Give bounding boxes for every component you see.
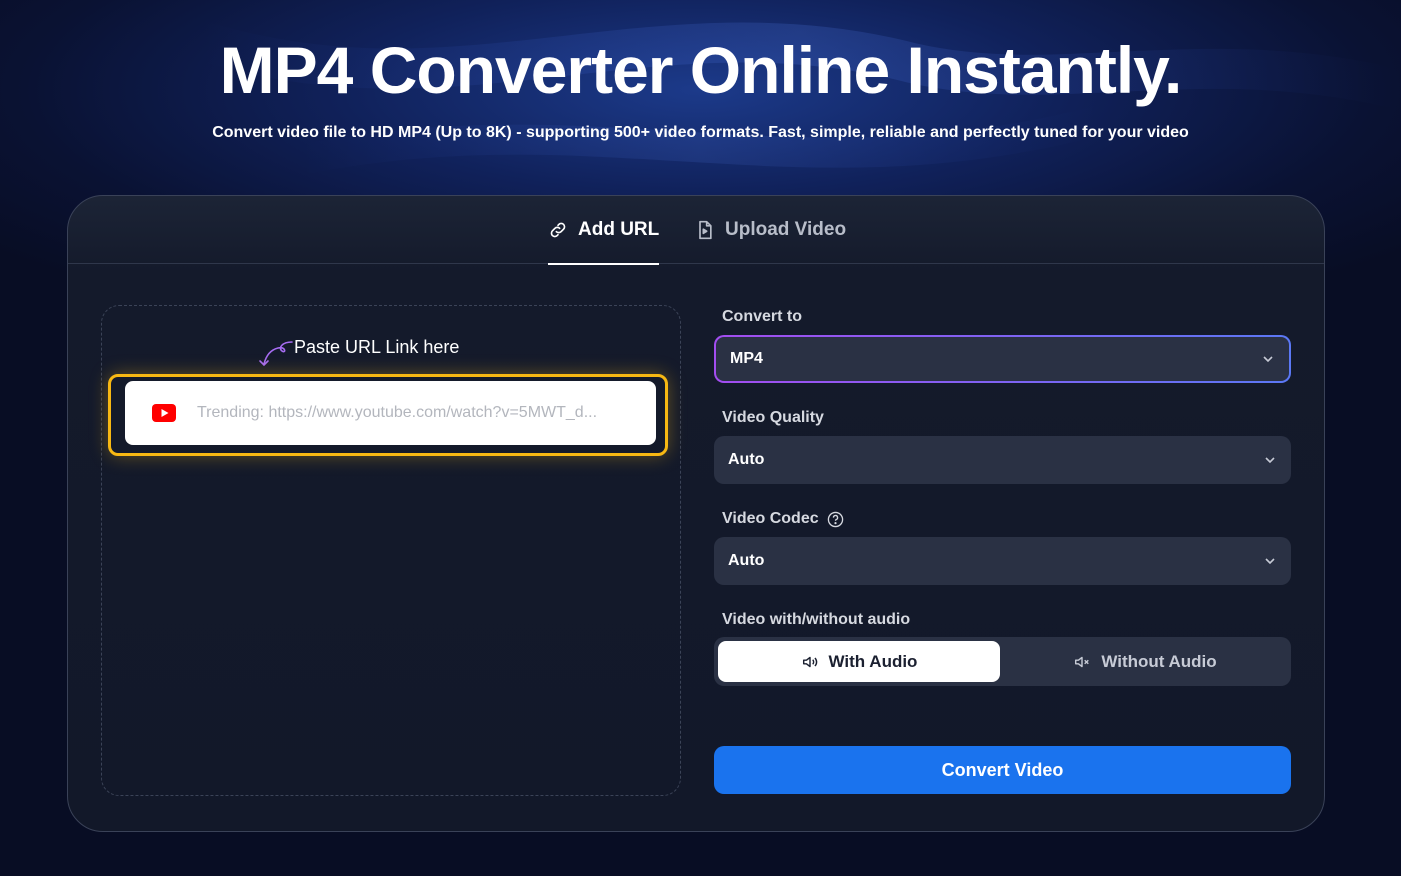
audio-toggle: With Audio Without Audio bbox=[714, 637, 1291, 686]
video-quality-value: Auto bbox=[728, 451, 765, 468]
paste-url-hint: Paste URL Link here bbox=[294, 337, 460, 357]
convert-to-label: Convert to bbox=[722, 308, 802, 325]
video-quality-label: Video Quality bbox=[722, 409, 824, 426]
convert-video-button[interactable]: Convert Video bbox=[714, 746, 1291, 794]
speaker-icon bbox=[802, 656, 817, 667]
video-quality-select[interactable]: Auto bbox=[714, 436, 1291, 484]
question-circle-icon[interactable] bbox=[827, 511, 844, 528]
video-codec-label: Video Codec bbox=[722, 510, 844, 528]
file-video-icon bbox=[699, 220, 712, 240]
without-audio-button[interactable]: Without Audio bbox=[1004, 641, 1286, 682]
video-codec-label-text: Video Codec bbox=[722, 510, 819, 527]
url-input-container bbox=[125, 381, 656, 445]
tab-upload-video-label: Upload Video bbox=[725, 219, 847, 240]
audio-label: Video with/without audio bbox=[722, 611, 911, 628]
link-icon bbox=[550, 222, 566, 238]
with-audio-button[interactable]: With Audio bbox=[718, 641, 1000, 682]
tab-add-url[interactable]: Add URL bbox=[548, 196, 660, 265]
chevron-down-icon bbox=[1265, 558, 1275, 565]
convert-to-select[interactable]: MP4 bbox=[714, 335, 1291, 383]
video-codec-select[interactable]: Auto bbox=[714, 537, 1291, 585]
video-codec-value: Auto bbox=[728, 552, 765, 569]
tab-add-url-label: Add URL bbox=[578, 219, 660, 240]
speaker-mute-icon bbox=[1075, 656, 1090, 667]
curved-arrow-icon bbox=[259, 341, 293, 367]
tab-upload-video[interactable]: Upload Video bbox=[695, 196, 846, 264]
page-title: MP4 Converter Online Instantly. bbox=[219, 33, 1183, 107]
convert-to-value: MP4 bbox=[730, 350, 763, 367]
chevron-down-icon bbox=[1265, 457, 1275, 464]
with-audio-label: With Audio bbox=[828, 651, 918, 671]
tab-bar: Add URL Upload Video bbox=[68, 196, 1324, 265]
url-input[interactable] bbox=[197, 404, 643, 422]
chevron-down-icon bbox=[1263, 356, 1273, 363]
without-audio-label: Without Audio bbox=[1101, 651, 1217, 671]
page-subtitle: Convert video file to HD MP4 (Up to 8K) … bbox=[212, 124, 1189, 141]
youtube-icon bbox=[152, 404, 176, 422]
converter-card: Add URL Upload Video Paste URL Link here… bbox=[67, 195, 1325, 832]
